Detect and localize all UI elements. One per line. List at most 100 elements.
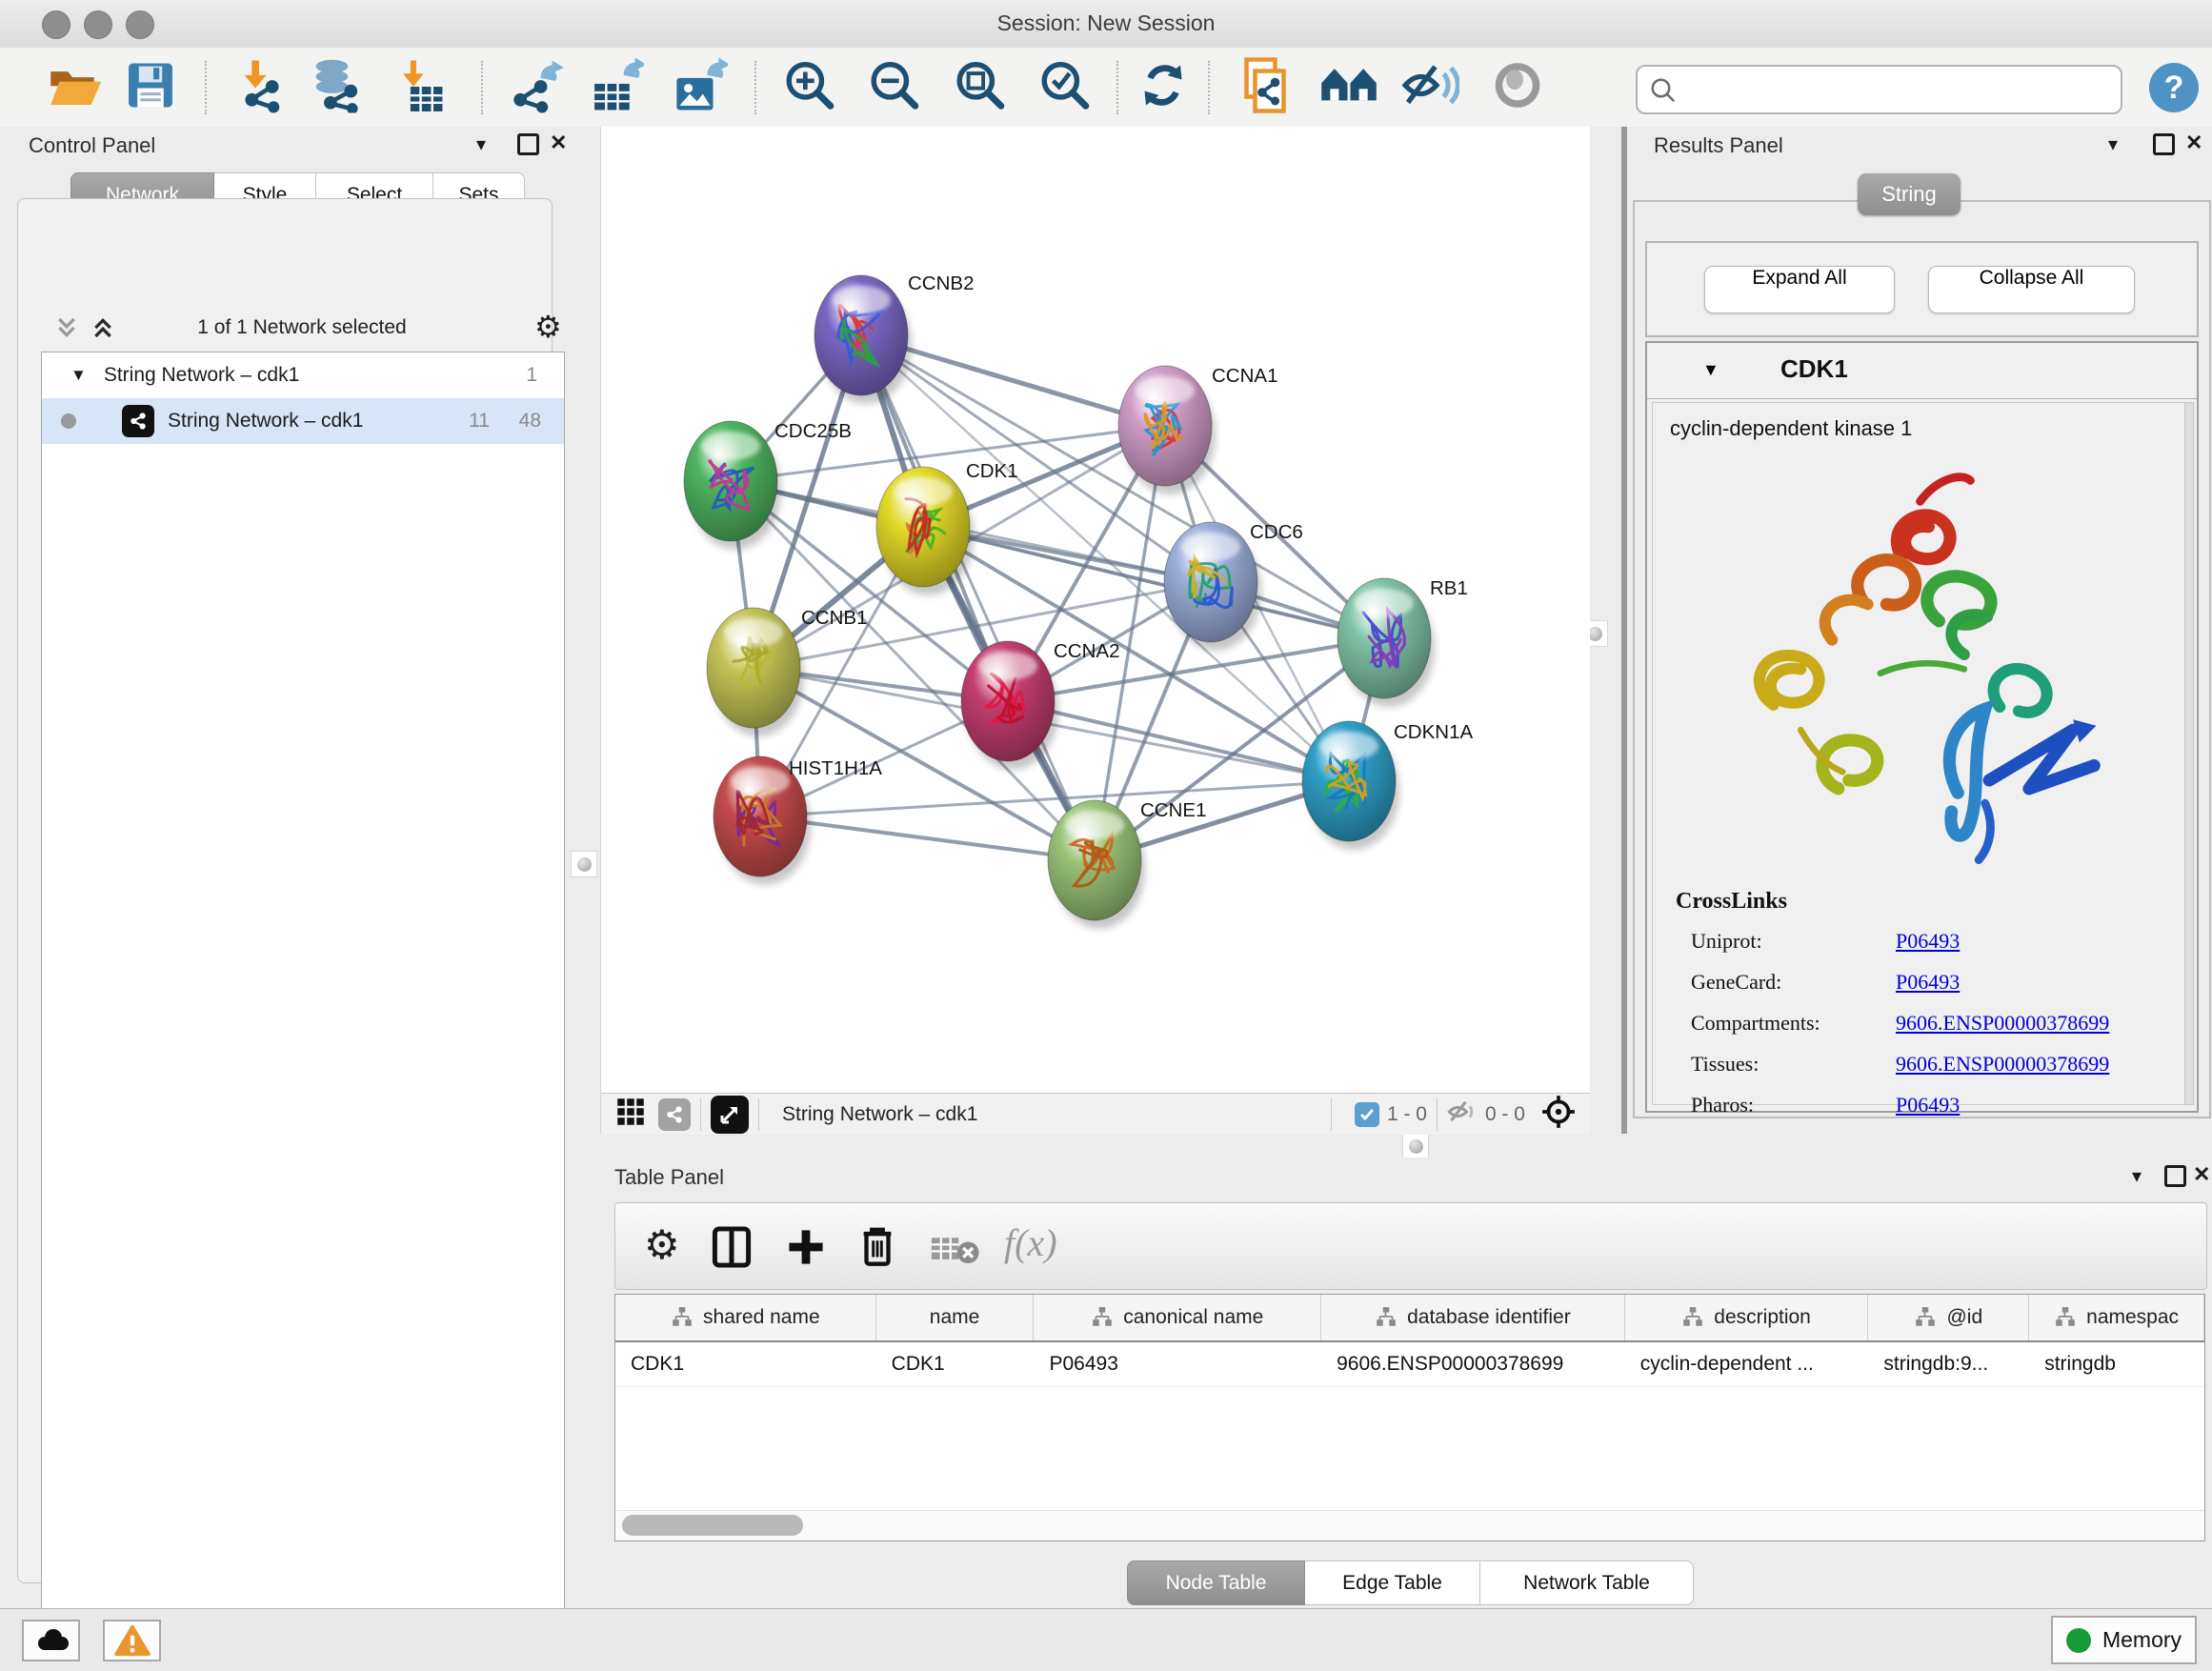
table-panel-menu-icon[interactable]: ▾ xyxy=(2132,1164,2142,1188)
show-hidden-icon[interactable] xyxy=(1492,59,1543,115)
crosslink-link[interactable]: 9606.ENSP00000378699 xyxy=(1896,1052,2109,1077)
control-panel-menu-icon[interactable]: ▾ xyxy=(476,132,486,156)
clone-network-icon[interactable] xyxy=(1235,56,1290,118)
cytoscape-window: Session: New Session xyxy=(0,0,2212,1671)
show-columns-icon[interactable] xyxy=(711,1226,753,1273)
crosshair-icon[interactable] xyxy=(1540,1094,1577,1135)
column-header-namespac[interactable]: namespac xyxy=(2029,1295,2204,1340)
open-session-icon[interactable] xyxy=(46,61,105,113)
network-node-ccna1[interactable]: CCNA1 xyxy=(1118,365,1278,494)
collapse-all-button[interactable]: Collapse All xyxy=(1928,266,2135,313)
collection-expander-icon[interactable]: ▼ xyxy=(70,366,87,385)
delete-column-icon[interactable] xyxy=(857,1224,897,1273)
table-panel-float-icon[interactable] xyxy=(2164,1165,2186,1187)
network-edge[interactable] xyxy=(1008,701,1349,781)
table-hscrollbar-thumb[interactable] xyxy=(622,1515,803,1536)
network-canvas[interactable]: CCNB2CCNA1CDC25BCDK1CDC6RB1CCNB1CCNA2CDK… xyxy=(601,127,1590,1093)
crosslink-link[interactable]: 9606.ENSP00000378699 xyxy=(1896,1011,2109,1036)
warning-button[interactable] xyxy=(103,1620,161,1661)
create-column-icon[interactable] xyxy=(785,1226,827,1273)
hide-selected-icon[interactable] xyxy=(1402,60,1459,114)
zoom-selected-icon[interactable] xyxy=(1038,58,1092,116)
column-header-label: description xyxy=(1714,1306,1811,1329)
network-node-cdc6[interactable]: CDC6 xyxy=(1164,521,1303,651)
network-node-hist1h1a[interactable]: HIST1H1A xyxy=(714,756,882,885)
table-cell[interactable]: cyclin-dependent ... xyxy=(1625,1342,1869,1386)
import-network-from-file-icon[interactable] xyxy=(234,57,290,117)
zoom-out-icon[interactable] xyxy=(868,58,921,116)
birds-eye-view-icon[interactable] xyxy=(711,1096,749,1134)
crosslink-link[interactable]: P06493 xyxy=(1896,929,1960,954)
table-cell[interactable]: stringdb xyxy=(2029,1342,2204,1386)
network-edge[interactable] xyxy=(923,527,1384,638)
table-cell[interactable]: CDK1 xyxy=(876,1342,1035,1386)
network-node-ccna2[interactable]: CCNA2 xyxy=(961,640,1120,770)
control-panel-float-icon[interactable] xyxy=(517,133,539,155)
selected-checkbox-icon[interactable] xyxy=(1355,1102,1379,1127)
string-home-icon[interactable] xyxy=(1318,61,1379,113)
import-network-from-database-icon[interactable] xyxy=(307,57,366,117)
import-table-from-file-icon[interactable] xyxy=(392,57,446,117)
results-scrollbar[interactable] xyxy=(2184,402,2194,1105)
right-splitter[interactable] xyxy=(1589,127,1627,1158)
table-cell[interactable]: P06493 xyxy=(1034,1342,1321,1386)
grid-view-icon[interactable] xyxy=(616,1097,645,1131)
column-header-at-id[interactable]: @id xyxy=(1868,1295,2029,1340)
crosslink-link[interactable]: P06493 xyxy=(1896,1093,1960,1117)
export-network-icon[interactable] xyxy=(509,57,564,117)
tab-node-table[interactable]: Node Table xyxy=(1127,1560,1305,1605)
network-node-ccnb2[interactable]: CCNB2 xyxy=(814,272,975,404)
network-view[interactable]: CCNB2CCNA1CDC25BCDK1CDC6RB1CCNB1CCNA2CDK… xyxy=(600,127,1590,1134)
left-splitter[interactable] xyxy=(567,127,601,1608)
network-node-cdk1[interactable]: CDK1 xyxy=(876,460,1018,595)
table-hscrollbar[interactable] xyxy=(616,1510,2203,1540)
export-image-icon[interactable] xyxy=(671,57,728,117)
network-row[interactable]: String Network – cdk1 11 48 xyxy=(42,398,564,444)
table-settings-gear-icon[interactable]: ⚙ xyxy=(644,1224,680,1266)
delete-table-icon[interactable] xyxy=(930,1234,979,1271)
apply-preferred-layout-icon[interactable] xyxy=(1137,59,1189,115)
help-icon[interactable]: ? xyxy=(2149,63,2199,112)
left-splitter-handle[interactable] xyxy=(571,851,597,877)
column-header-shared-name[interactable]: shared name xyxy=(615,1295,876,1340)
memory-button[interactable]: Memory xyxy=(2051,1616,2197,1664)
network-edge[interactable] xyxy=(861,335,1095,860)
entry-expander-icon[interactable]: ▼ xyxy=(1702,360,1719,380)
cloud-button[interactable] xyxy=(22,1620,80,1661)
expand-all-button[interactable]: Expand All xyxy=(1704,266,1895,313)
tab-edge-table[interactable]: Edge Table xyxy=(1305,1560,1480,1605)
network-collection-row[interactable]: ▼ String Network – cdk1 1 xyxy=(42,352,564,398)
footer-separator xyxy=(700,1098,701,1131)
column-header-name[interactable]: name xyxy=(876,1295,1035,1340)
zoom-in-icon[interactable] xyxy=(783,58,836,116)
column-header-description[interactable]: description xyxy=(1625,1295,1869,1340)
tab-string[interactable]: String xyxy=(1858,173,1961,215)
network-node-ccne1[interactable]: CCNE1 xyxy=(1048,799,1207,929)
search-field[interactable] xyxy=(1636,65,2122,114)
export-table-icon[interactable] xyxy=(589,57,644,117)
network-options-gear-icon[interactable]: ⚙ xyxy=(534,309,562,345)
crosslink-link[interactable]: P06493 xyxy=(1896,970,1960,995)
hidden-eye-icon[interactable] xyxy=(1447,1098,1478,1130)
bottom-splitter-handle[interactable] xyxy=(1402,1133,1429,1159)
column-header-database-identifier[interactable]: database identifier xyxy=(1321,1295,1625,1340)
table-cell[interactable]: stringdb:9... xyxy=(1868,1342,2029,1386)
table-row[interactable]: CDK1CDK1P064939606.ENSP00000378699cyclin… xyxy=(615,1342,2204,1387)
function-builder-icon[interactable]: f(x) xyxy=(1004,1220,1057,1265)
gene-entry-header[interactable]: ▼ CDK1 xyxy=(1647,343,2197,399)
save-session-icon[interactable] xyxy=(126,60,175,114)
results-panel-menu-icon[interactable]: ▾ xyxy=(2108,132,2118,156)
results-panel-float-icon[interactable] xyxy=(2153,133,2175,155)
network-badge-icon[interactable] xyxy=(658,1098,691,1131)
results-panel-close-icon[interactable]: ✕ xyxy=(2185,132,2202,153)
network-node-cdkn1a[interactable]: CDKN1A xyxy=(1302,721,1473,850)
table-cell[interactable]: 9606.ENSP00000378699 xyxy=(1321,1342,1625,1386)
table-panel-close-icon[interactable]: ✕ xyxy=(2193,1164,2210,1185)
control-panel-close-icon[interactable]: ✕ xyxy=(550,132,567,153)
table-cell[interactable]: CDK1 xyxy=(615,1342,876,1386)
network-node-rb1[interactable]: RB1 xyxy=(1337,577,1468,707)
zoom-fit-content-icon[interactable] xyxy=(954,58,1007,116)
column-header-canonical-name[interactable]: canonical name xyxy=(1034,1295,1321,1340)
search-input[interactable] xyxy=(1685,70,2108,107)
tab-network-table[interactable]: Network Table xyxy=(1480,1560,1694,1605)
